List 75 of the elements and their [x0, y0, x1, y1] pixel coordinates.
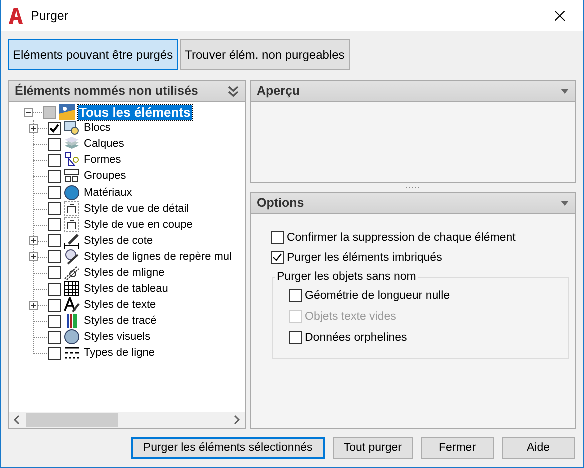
- checkbox[interactable]: [48, 170, 61, 183]
- tree-item[interactable]: Styles de tableau: [83, 283, 170, 296]
- group-title: Purger les objets sans nom: [276, 271, 418, 283]
- tree-item[interactable]: Styles de texte: [83, 299, 158, 312]
- panel-title: Éléments nommés non utilisés: [15, 84, 200, 98]
- double-chevron-icon[interactable]: [228, 86, 239, 96]
- dialog-button[interactable]: Fermer: [421, 437, 494, 459]
- tree-item[interactable]: Styles visuels: [83, 331, 152, 344]
- table-icon: [64, 281, 80, 298]
- checkbox[interactable]: [48, 154, 61, 167]
- checkbox[interactable]: [48, 330, 61, 344]
- checkbox-option[interactable]: Données orphelines: [289, 331, 568, 344]
- sphere-icon: [64, 184, 80, 201]
- tree-item[interactable]: Groupes: [83, 170, 128, 182]
- sphere-icon: [64, 329, 80, 346]
- checkbox[interactable]: [271, 231, 284, 244]
- checkbox[interactable]: [48, 234, 61, 248]
- tree-item[interactable]: Matériaux: [83, 186, 134, 199]
- dialog-button[interactable]: Purger les éléments sélectionnés: [131, 437, 325, 459]
- expand-icon[interactable]: [29, 124, 38, 133]
- dimension-icon: [64, 232, 80, 249]
- tree-item[interactable]: Types de ligne: [83, 347, 156, 360]
- checkbox[interactable]: [48, 314, 61, 328]
- tree-item[interactable]: Blocs: [83, 122, 112, 134]
- shape-icon: [64, 152, 80, 168]
- tree-item[interactable]: Style de vue de détail: [83, 202, 190, 215]
- plot-style-icon: [64, 313, 80, 330]
- leader-icon: [64, 248, 80, 265]
- expand-icon[interactable]: [29, 300, 38, 310]
- detail-view-icon: [64, 200, 80, 217]
- tree-item[interactable]: Styles de lignes de repère mul: [83, 250, 233, 263]
- tree-item[interactable]: Styles de mligne: [83, 266, 166, 279]
- checkbox[interactable]: [48, 138, 61, 151]
- scrollbar-thumb[interactable]: [26, 413, 118, 427]
- block-icon: [64, 120, 80, 136]
- checkbox[interactable]: [48, 346, 61, 360]
- checkbox[interactable]: [48, 218, 61, 232]
- checkbox[interactable]: [48, 186, 61, 200]
- linetype-icon: [64, 345, 80, 362]
- section-view-icon: [64, 216, 80, 233]
- horizontal-scrollbar[interactable]: [9, 412, 245, 428]
- checkbox[interactable]: [48, 202, 61, 216]
- app-logo-icon: [9, 8, 23, 24]
- tab[interactable]: Trouver élém. non purgeables: [180, 39, 350, 70]
- checkbox-option[interactable]: Confirmer la suppression de chaque élément: [271, 231, 575, 244]
- text-style-icon: [64, 297, 80, 314]
- panel-title: Aperçu: [257, 84, 302, 98]
- checkbox[interactable]: [48, 250, 61, 264]
- close-icon: [555, 10, 565, 20]
- window-title: Purger: [31, 8, 70, 22]
- tab[interactable]: Eléments pouvant être purgés: [8, 39, 178, 70]
- checkbox[interactable]: [48, 266, 61, 280]
- expand-icon[interactable]: [29, 252, 38, 262]
- tree-item[interactable]: Styles de cote: [83, 234, 154, 247]
- checkbox[interactable]: [271, 251, 284, 264]
- checkbox[interactable]: [48, 282, 61, 296]
- checkbox-option[interactable]: Géométrie de longueur nulle: [289, 289, 568, 302]
- checkbox[interactable]: [289, 289, 302, 302]
- tree-item[interactable]: Formes: [83, 154, 122, 166]
- dialog-button[interactable]: Tout purger: [332, 437, 413, 459]
- dialog-button[interactable]: Aide: [502, 437, 575, 459]
- tree-item[interactable]: Calques: [83, 138, 126, 150]
- checkbox[interactable]: [43, 106, 56, 119]
- panel-title: Options: [257, 196, 306, 210]
- checkbox-option[interactable]: Purger les éléments imbriqués: [271, 251, 575, 264]
- tree-item[interactable]: Style de vue en coupe: [83, 218, 194, 231]
- multiline-icon: [64, 264, 80, 281]
- checkbox[interactable]: [289, 331, 302, 344]
- collapse-icon[interactable]: [24, 108, 33, 117]
- tree-item[interactable]: Styles de tracé: [83, 315, 158, 328]
- checkbox[interactable]: [48, 298, 61, 312]
- checkbox[interactable]: [48, 122, 61, 135]
- group-icon: [64, 168, 80, 184]
- tree-item[interactable]: Tous les éléments: [78, 104, 192, 120]
- expand-icon[interactable]: [29, 236, 38, 246]
